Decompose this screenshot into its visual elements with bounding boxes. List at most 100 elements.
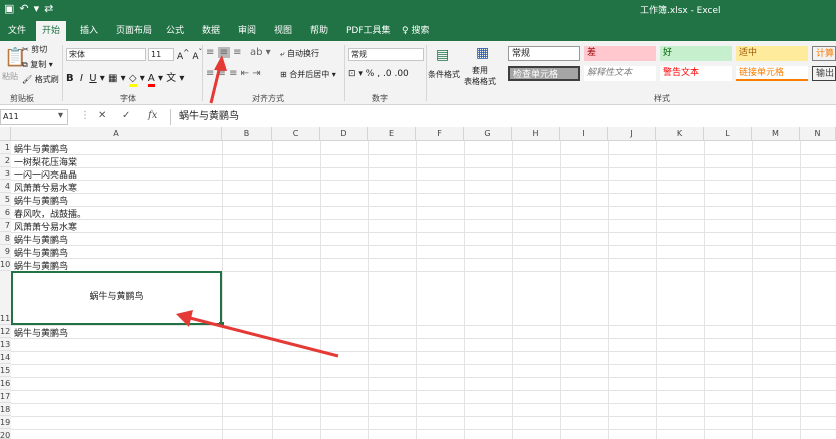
- table-format-icon[interactable]: ▦: [476, 45, 489, 61]
- style-cell-calculation[interactable]: 计算: [812, 46, 836, 61]
- customize-icon[interactable]: ⇄: [44, 2, 58, 15]
- orientation-icon[interactable]: ab ▾: [250, 47, 271, 58]
- row-header[interactable]: 8: [0, 232, 11, 245]
- style-cell-explanatory[interactable]: 解释性文本: [584, 66, 656, 81]
- row-header[interactable]: 11: [0, 271, 11, 325]
- undo-icon[interactable]: ↶: [19, 2, 33, 15]
- redo-icon[interactable]: ▾: [34, 2, 45, 15]
- column-header-a[interactable]: A: [11, 127, 222, 141]
- column-header-n[interactable]: N: [800, 127, 836, 141]
- row-header[interactable]: 14: [0, 351, 11, 364]
- select-all-corner[interactable]: [0, 127, 11, 141]
- style-cell-output[interactable]: 输出: [812, 66, 836, 81]
- style-cell-normal[interactable]: 常规: [508, 46, 580, 61]
- cell-a3[interactable]: 一闪一闪亮晶晶: [14, 168, 77, 181]
- tab-view[interactable]: 视图: [268, 21, 298, 41]
- cell-a9[interactable]: 蜗牛与黄鹂鸟: [14, 246, 68, 259]
- row-header[interactable]: 2: [0, 154, 11, 167]
- row-header[interactable]: 19: [0, 416, 11, 429]
- tab-file[interactable]: 文件: [2, 21, 32, 41]
- currency-icon[interactable]: ⊡: [348, 69, 356, 79]
- cell-a4[interactable]: 风萧萧兮易水寒: [14, 181, 77, 194]
- column-header-i[interactable]: I: [560, 127, 608, 141]
- cell-a7[interactable]: 风萧萧兮易水寒: [14, 220, 77, 233]
- font-grow-icon[interactable]: A^ Aˇ: [177, 48, 202, 62]
- row-header[interactable]: 13: [0, 338, 11, 351]
- style-cell-neutral[interactable]: 适中: [736, 46, 808, 61]
- column-header-g[interactable]: G: [464, 127, 512, 141]
- align-top-buttons[interactable]: ≡ ≡ ≡: [206, 47, 242, 58]
- comma-icon[interactable]: ,: [377, 69, 380, 79]
- row-header[interactable]: 4: [0, 180, 11, 193]
- row-header[interactable]: 3: [0, 167, 11, 180]
- row-header[interactable]: 6: [0, 206, 11, 219]
- tab-data[interactable]: 数据: [196, 21, 226, 41]
- tab-page-layout[interactable]: 页面布局: [110, 21, 158, 41]
- font-size-select[interactable]: 11: [148, 48, 174, 61]
- save-icon[interactable]: ▣: [4, 2, 19, 15]
- row-header[interactable]: 20: [0, 429, 11, 439]
- row-header[interactable]: 10: [0, 258, 11, 271]
- conditional-format-button[interactable]: 条件格式: [428, 69, 460, 80]
- row-header[interactable]: 9: [0, 245, 11, 258]
- row-header[interactable]: 5: [0, 193, 11, 206]
- tab-home[interactable]: 开始: [36, 21, 67, 41]
- row-header[interactable]: 17: [0, 390, 11, 403]
- row-header[interactable]: 18: [0, 403, 11, 416]
- fill-handle[interactable]: [219, 322, 224, 327]
- style-cell-check[interactable]: 检查单元格: [508, 66, 580, 81]
- cell-a11-selected[interactable]: 蜗牛与黄鹂鸟: [11, 271, 222, 325]
- conditional-format-icon[interactable]: ▤: [436, 47, 449, 63]
- wrap-text-button[interactable]: ⤶ 自动换行: [280, 48, 319, 59]
- cell-a12[interactable]: 蜗牛与黄鹂鸟: [14, 326, 68, 339]
- column-header-m[interactable]: M: [752, 127, 800, 141]
- column-header-l[interactable]: L: [704, 127, 752, 141]
- decrease-decimal-icon[interactable]: .00: [394, 69, 408, 79]
- align-left-buttons[interactable]: ≡ ≡ ≡ ⇤ ⇥: [206, 68, 261, 79]
- fill-color-icon[interactable]: ◇: [128, 73, 137, 87]
- column-header-j[interactable]: J: [608, 127, 656, 141]
- name-box-dropdown-icon[interactable]: ▾: [58, 110, 63, 121]
- underline-icon[interactable]: U: [89, 73, 96, 84]
- tab-formulas[interactable]: 公式: [160, 21, 190, 41]
- tab-review[interactable]: 审阅: [232, 21, 262, 41]
- column-header-h[interactable]: H: [512, 127, 560, 141]
- phonetic-icon[interactable]: 文: [166, 73, 176, 84]
- style-cell-warning[interactable]: 警告文本: [660, 66, 732, 81]
- cancel-icon[interactable]: ✕: [98, 110, 106, 121]
- tab-help[interactable]: 帮助: [304, 21, 334, 41]
- row-header[interactable]: 12: [0, 325, 11, 338]
- increase-decimal-icon[interactable]: .0: [383, 69, 392, 79]
- tab-insert[interactable]: 插入: [74, 21, 104, 41]
- column-header-d[interactable]: D: [320, 127, 368, 141]
- insert-function-icon[interactable]: fx: [148, 110, 157, 121]
- column-header-b[interactable]: B: [222, 127, 272, 141]
- tab-search[interactable]: ♀ 搜索: [396, 21, 435, 41]
- row-header[interactable]: 1: [0, 141, 11, 154]
- format-painter-button[interactable]: 🖌 格式刷: [22, 74, 59, 85]
- column-header-k[interactable]: K: [656, 127, 704, 141]
- align-middle-icon[interactable]: ≡: [217, 47, 230, 58]
- style-cell-linked[interactable]: 链接单元格: [736, 66, 808, 81]
- formula-input[interactable]: 蜗牛与黄鹂鸟: [170, 109, 836, 125]
- row-header[interactable]: 15: [0, 364, 11, 377]
- column-header-c[interactable]: C: [272, 127, 320, 141]
- percent-icon[interactable]: %: [366, 69, 375, 79]
- column-header-e[interactable]: E: [368, 127, 416, 141]
- tab-pdf-tools[interactable]: PDF工具集: [340, 21, 397, 41]
- copy-button[interactable]: ⧉ 复制 ▾: [22, 59, 53, 70]
- cell-a8[interactable]: 蜗牛与黄鹂鸟: [14, 233, 68, 246]
- cell-a1[interactable]: 蜗牛与黄鹂鸟: [14, 142, 68, 155]
- font-color-icon[interactable]: A: [147, 73, 155, 87]
- cell-a6[interactable]: 春风吹，战鼓擂。: [14, 207, 86, 220]
- style-cell-good[interactable]: 好: [660, 46, 732, 61]
- cut-button[interactable]: ✂ 剪切: [22, 44, 47, 55]
- paste-button-label[interactable]: 粘贴: [2, 71, 18, 82]
- cell-a5[interactable]: 蜗牛与黄鹂鸟: [14, 194, 68, 207]
- table-format-button[interactable]: 套用 表格格式: [464, 65, 496, 87]
- quick-access-toolbar[interactable]: ▣↶▾⇄: [4, 2, 58, 15]
- number-format-select[interactable]: 常规: [348, 48, 424, 61]
- font-name-select[interactable]: 宋体: [66, 48, 146, 61]
- cell-a2[interactable]: 一树梨花压海棠: [14, 155, 77, 168]
- number-format-buttons[interactable]: ⊡ ▾ % , .0 .00: [348, 69, 409, 79]
